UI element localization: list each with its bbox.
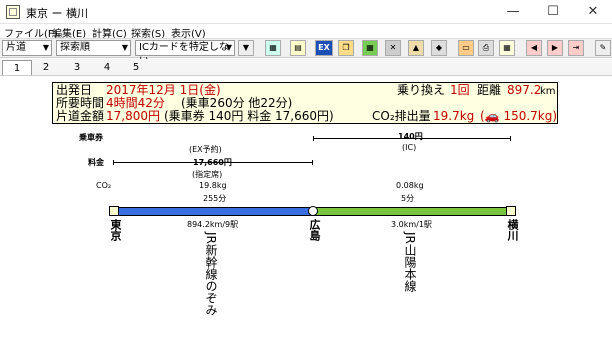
seg1-fee-note2: (指定席) bbox=[192, 170, 223, 179]
prev-icon[interactable]: ◀ bbox=[526, 40, 542, 56]
station-hiroshima[interactable]: 広島 bbox=[306, 219, 322, 241]
ticket-label: 乗車券 bbox=[79, 133, 103, 142]
co2-car-value: (🚗 150.7kg) bbox=[480, 109, 558, 123]
tab-5[interactable]: 5 bbox=[121, 60, 151, 75]
direction-select[interactable]: 片道 ▼ bbox=[2, 40, 52, 56]
seg2-time: 5分 bbox=[401, 194, 415, 203]
station-node-yokogawa[interactable] bbox=[506, 206, 516, 216]
sort-select[interactable]: 探索順 ▼ bbox=[56, 40, 131, 56]
seg1-co2: 19.8kg bbox=[199, 181, 227, 190]
ex-icon[interactable]: EX bbox=[315, 40, 333, 56]
line-sanyo[interactable]: JR山陽本線 bbox=[403, 232, 417, 292]
seg1-fee-note1: (EX予約) bbox=[189, 145, 222, 154]
station-yokogawa[interactable]: 横川 bbox=[504, 219, 520, 241]
station-node-hiroshima[interactable] bbox=[308, 206, 318, 216]
fee-label: 料金 bbox=[88, 158, 104, 167]
grid-icon[interactable]: ▦ bbox=[265, 40, 281, 56]
image-icon[interactable]: ▤ bbox=[290, 40, 306, 56]
print-icon[interactable]: ⎙ bbox=[478, 40, 494, 56]
chevron-down-icon: ▼ bbox=[225, 43, 232, 52]
ic-card-select[interactable]: ICカードを特定しない▼ bbox=[135, 40, 235, 67]
pen-icon[interactable]: ✎ bbox=[595, 40, 611, 56]
filter-icon[interactable]: ◆ bbox=[431, 40, 447, 56]
fee-span-tick bbox=[113, 160, 114, 165]
seg1-fee: 17,660円 bbox=[193, 158, 232, 167]
shinkansen-segment[interactable] bbox=[113, 207, 313, 216]
tab-3[interactable]: 3 bbox=[62, 60, 92, 75]
window-title: 東京 ー 横川 bbox=[26, 7, 88, 20]
station-tokyo[interactable]: 東京 bbox=[107, 219, 123, 241]
chevron-down-icon: ▼ bbox=[121, 43, 128, 52]
seg2-co2: 0.08kg bbox=[396, 181, 424, 190]
dropdown-arrow-button[interactable]: ▼ bbox=[238, 40, 254, 56]
card-icon[interactable]: ▭ bbox=[458, 40, 474, 56]
co2-label: CO₂排出量 bbox=[372, 109, 431, 123]
fare-detail: (乗車券 140円 料金 17,660円) bbox=[164, 109, 334, 123]
tab-1[interactable]: 1 bbox=[2, 60, 32, 75]
exclude-icon[interactable]: ✕ bbox=[385, 40, 401, 56]
tab-4[interactable]: 4 bbox=[92, 60, 122, 75]
close-button[interactable]: ✕ bbox=[573, 0, 612, 24]
seg1-time: 255分 bbox=[203, 194, 227, 203]
distance-label: 距離 bbox=[477, 83, 502, 97]
chevron-down-icon: ▼ bbox=[42, 43, 49, 52]
calendar-icon[interactable]: ▦ bbox=[499, 40, 515, 56]
calc-icon[interactable]: ▦ bbox=[362, 40, 378, 56]
next-icon[interactable]: ▶ bbox=[547, 40, 563, 56]
app-icon bbox=[6, 5, 20, 19]
maximize-button[interactable]: ☐ bbox=[533, 0, 573, 24]
route-icon[interactable]: ▲ bbox=[408, 40, 424, 56]
co2-value: 19.7kg bbox=[433, 109, 475, 123]
sanyo-segment[interactable] bbox=[313, 207, 511, 216]
ticket-span-tick bbox=[510, 136, 511, 141]
transfer-value: 1回 bbox=[450, 83, 470, 97]
export-icon[interactable]: ⇥ bbox=[568, 40, 584, 56]
station-node-tokyo[interactable] bbox=[109, 206, 119, 216]
distance-value: 897.2 bbox=[507, 83, 542, 97]
fee-span-tick bbox=[312, 160, 313, 165]
transfer-label: 乗り換え bbox=[397, 83, 446, 97]
window-icon[interactable]: ❐ bbox=[338, 40, 354, 56]
seg2-distance: 3.0km/1駅 bbox=[391, 220, 432, 229]
ticket-ic: (IC) bbox=[402, 143, 417, 152]
minimize-button[interactable]: — bbox=[493, 0, 533, 24]
fare-label: 片道金額 bbox=[56, 109, 105, 123]
line-shinkansen-nozomi[interactable]: JR新幹線のぞみ bbox=[204, 232, 218, 316]
seg1-distance: 894.2km/9駅 bbox=[187, 220, 239, 229]
co2-row-label: CO₂ bbox=[96, 181, 112, 190]
ticket-fare: 140円 bbox=[398, 132, 423, 141]
distance-unit: km bbox=[540, 86, 556, 97]
tab-2[interactable]: 2 bbox=[31, 60, 61, 75]
fare-value: 17,800円 bbox=[106, 109, 160, 123]
ticket-span-tick bbox=[313, 136, 314, 141]
